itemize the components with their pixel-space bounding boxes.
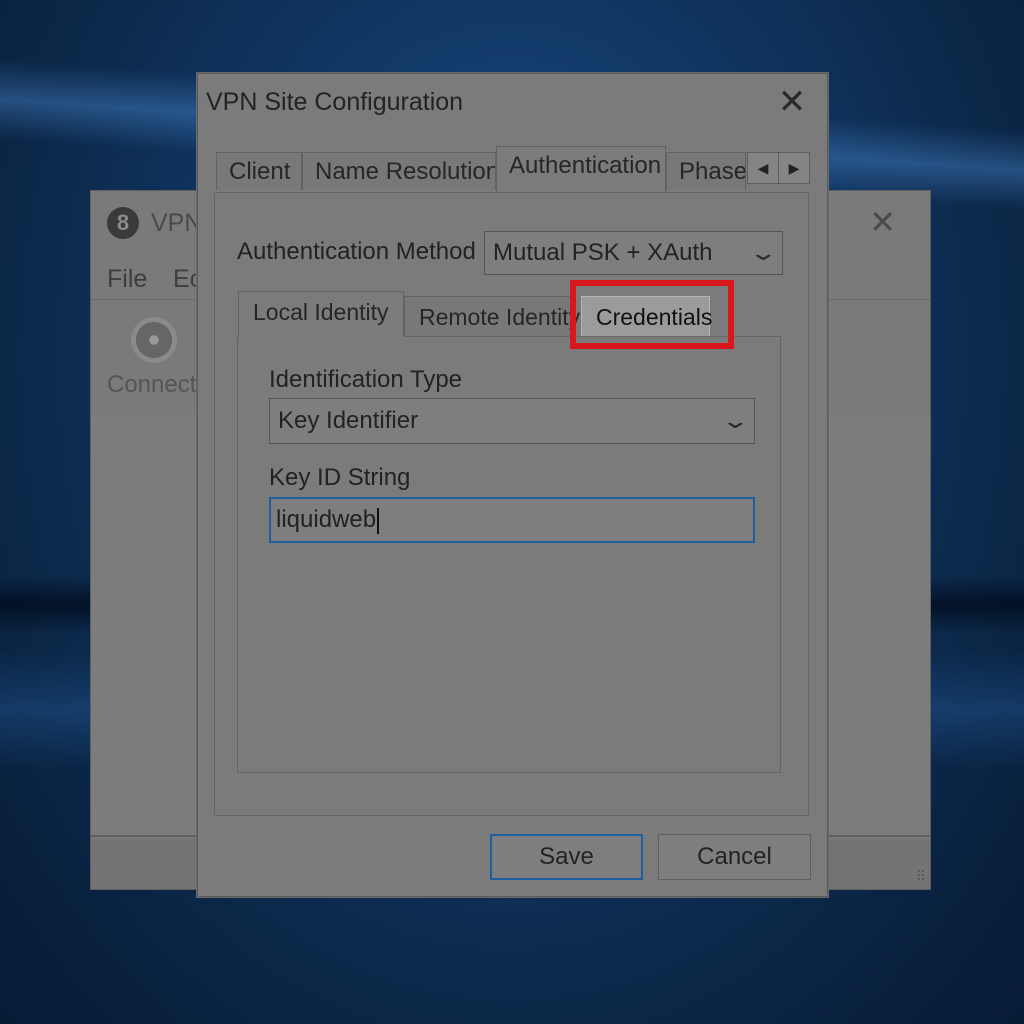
menu-file[interactable]: File (107, 265, 147, 294)
chevron-down-icon: ⌄ (748, 240, 778, 265)
chevron-down-icon: ⌄ (720, 408, 750, 433)
connect-label[interactable]: Connect (107, 371, 196, 399)
tab-scroll-right-icon[interactable]: ▶ (778, 152, 810, 184)
key-id-string-label: Key ID String (269, 464, 411, 491)
subtab-credentials[interactable]: Credentials (581, 296, 712, 338)
background-close-icon[interactable]: ✕ (869, 203, 896, 241)
resize-grip-icon[interactable]: ⠿ (916, 868, 926, 885)
save-button[interactable]: Save (490, 834, 643, 880)
subtab-remote-identity[interactable]: Remote Identity (404, 296, 580, 336)
authentication-method-label: Authentication Method (237, 238, 476, 265)
dialog-title: VPN Site Configuration (206, 88, 464, 116)
tab-name-resolution[interactable]: Name Resolution (302, 152, 496, 190)
main-tabstrip: Client Name Resolution Authentication Ph… (214, 146, 810, 192)
key-id-string-input[interactable]: liquidweb (269, 497, 755, 543)
cancel-button[interactable]: Cancel (658, 834, 811, 880)
identification-type-select[interactable]: Key Identifier ⌄ (269, 398, 755, 444)
authentication-method-select[interactable]: Mutual PSK + XAuth ⌄ (484, 231, 783, 275)
authentication-method-value: Mutual PSK + XAuth (493, 239, 713, 266)
tab-phase[interactable]: Phase (666, 152, 746, 190)
tab-client[interactable]: Client (216, 152, 302, 190)
identification-type-label: Identification Type (269, 366, 463, 393)
dialog-close-icon[interactable]: ✕ (775, 82, 809, 122)
vpn-logo-icon: 8 (107, 207, 139, 239)
text-caret (377, 507, 380, 534)
tab-scroll-left-icon[interactable]: ◀ (747, 152, 779, 184)
connect-icon[interactable] (131, 317, 177, 363)
background-window-title: VPN (151, 209, 203, 237)
subtab-local-identity[interactable]: Local Identity (238, 291, 404, 337)
identification-type-value: Key Identifier (278, 407, 419, 434)
key-id-string-value: liquidweb (276, 506, 377, 533)
tab-authentication[interactable]: Authentication (496, 146, 666, 192)
